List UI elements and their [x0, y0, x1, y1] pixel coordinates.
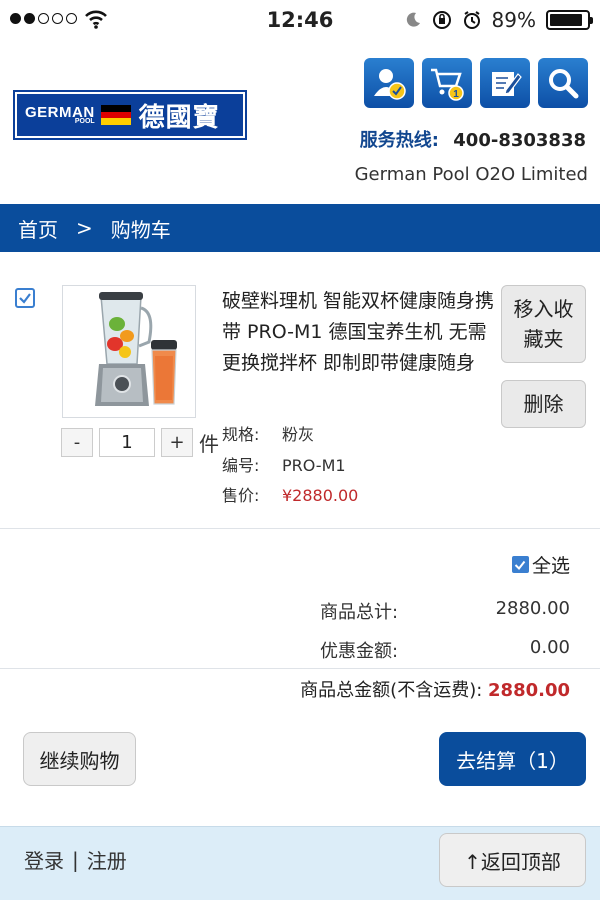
cart-icon[interactable]: 1: [422, 58, 472, 108]
discount-label: 优惠金额:: [320, 641, 399, 662]
subtotal-row: 商品总计: 2880.00: [320, 598, 570, 624]
edit-icon[interactable]: [480, 58, 530, 108]
discount-value: 0.00: [529, 637, 570, 658]
subtotal-label: 商品总计:: [320, 602, 399, 623]
grand-total: 商品总金额(不含运费): 2880.00: [300, 676, 570, 702]
status-bar: 12:46 89%: [0, 0, 600, 40]
breadcrumb-home[interactable]: 首页: [18, 214, 58, 243]
user-check-icon[interactable]: [364, 58, 414, 108]
product-name[interactable]: 破壁料理机 智能双杯健康随身携带 PRO-M1 德国宝养生机 无需更换搅拌杯 即…: [222, 286, 496, 379]
hotline[interactable]: 服务热线: 400-8303838: [360, 126, 586, 152]
select-all-checkbox[interactable]: [511, 556, 529, 573]
code-label: 编号:: [222, 456, 260, 475]
qty-unit: 件: [199, 432, 219, 456]
spec-label: 规格:: [222, 425, 260, 444]
german-pool-logo[interactable]: GERMAN POOL 德國寶: [13, 90, 247, 140]
alarm-icon: [463, 11, 480, 29]
breadcrumb-current: 购物车: [110, 217, 171, 242]
delete-button[interactable]: 删除: [501, 380, 586, 428]
divider: [0, 528, 600, 529]
discount-row: 优惠金额: 0.00: [320, 637, 570, 663]
company-name: German Pool O2O Limited: [354, 164, 588, 185]
move-to-favorites-button[interactable]: 移入收藏夹: [501, 285, 586, 363]
select-all-label: 全选: [531, 555, 570, 577]
product-image[interactable]: [62, 285, 196, 418]
breadcrumb: 首页 > 购物车: [0, 204, 600, 252]
continue-shopping-button[interactable]: 继续购物: [23, 732, 136, 786]
price-label: 售价:: [222, 486, 260, 505]
subtotal-value: 2880.00: [495, 598, 570, 619]
rotation-lock-icon: [432, 11, 451, 29]
footer: 登录 | 注册 ↑返回顶部: [0, 826, 600, 900]
qty-minus-button[interactable]: -: [61, 428, 93, 457]
select-all[interactable]: 全选: [511, 551, 570, 578]
search-icon[interactable]: [538, 58, 588, 108]
qty-plus-button[interactable]: +: [161, 428, 193, 457]
divider: [0, 668, 600, 669]
code-row: 编号: PRO-M1: [222, 452, 346, 476]
back-to-top-button[interactable]: ↑返回顶部: [439, 833, 586, 887]
logo-text-cn: 德國寶: [138, 102, 220, 133]
footer-separator: |: [72, 847, 79, 872]
battery-icon: [546, 10, 593, 30]
moon-icon: [406, 12, 420, 27]
code-value: PRO-M1: [282, 456, 346, 475]
checkout-button[interactable]: 去结算（1）: [439, 732, 586, 786]
register-link[interactable]: 注册: [87, 845, 127, 874]
battery-percent: 89%: [491, 8, 536, 32]
item-checkbox[interactable]: [15, 288, 35, 308]
login-link[interactable]: 登录: [24, 845, 64, 874]
price-row: 售价: ¥2880.00: [222, 482, 358, 506]
grand-total-value: 2880.00: [488, 680, 570, 701]
breadcrumb-separator: >: [76, 216, 93, 240]
grand-total-label: 商品总金额(不含运费):: [300, 680, 483, 701]
hotline-label: 服务热线:: [359, 130, 439, 151]
svg-text:1: 1: [453, 89, 459, 100]
spec-value: 粉灰: [282, 425, 315, 444]
hotline-number[interactable]: 400-8303838: [453, 130, 586, 151]
german-flag-icon: [100, 105, 131, 126]
qty-input[interactable]: 1: [99, 428, 155, 457]
price-value: ¥2880.00: [282, 486, 359, 505]
quantity-stepper: - 1 + 件: [61, 428, 219, 457]
spec-row: 规格: 粉灰: [222, 421, 314, 445]
